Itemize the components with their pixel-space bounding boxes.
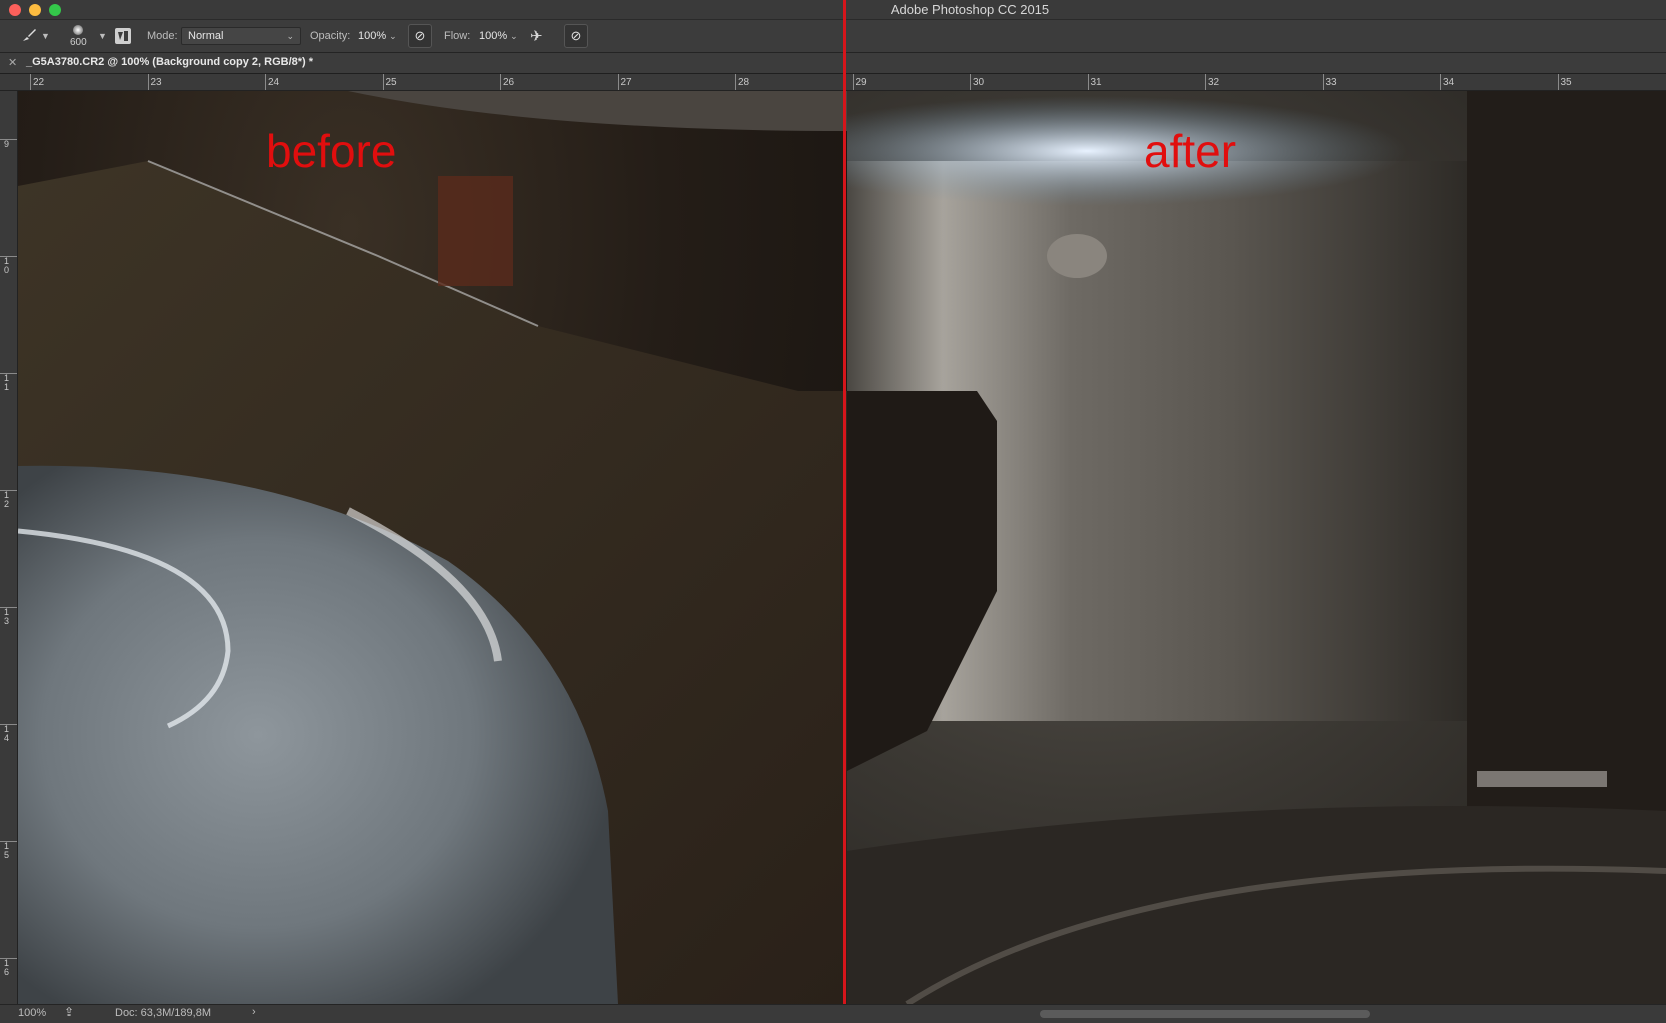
opacity-field[interactable]: 100% ⌄ <box>352 27 402 45</box>
close-tab-icon[interactable]: ✕ <box>8 56 17 69</box>
ruler-tick-label: 35 <box>1557 74 1572 90</box>
opacity-label: Opacity: <box>310 30 351 42</box>
document-tab[interactable]: ✕ _G5A3780.CR2 @ 100% (Background copy 2… <box>0 53 1666 74</box>
ruler-tick-label: 11 <box>0 373 17 392</box>
title-bar: Adobe Photoshop CC 2015 <box>0 0 1666 20</box>
ruler-tick-label: 33 <box>1322 74 1337 90</box>
before-caption: before <box>266 125 397 177</box>
before-image: before <box>18 91 847 1004</box>
chevron-down-icon[interactable]: ⌄ <box>389 31 397 42</box>
ruler-tick-label: 29 <box>852 74 867 90</box>
zoom-level[interactable]: 100% <box>18 1007 46 1019</box>
ruler-tick-label: 24 <box>265 74 279 90</box>
ruler-tick-label: 28 <box>735 74 749 90</box>
ruler-tick-label: 22 <box>30 74 44 90</box>
mode-value: Normal <box>188 30 224 42</box>
ruler-tick-label: 9 <box>0 139 17 149</box>
pressure-pen-icon: ⊘ <box>570 28 582 43</box>
status-menu-arrow-icon[interactable]: › <box>252 1006 256 1018</box>
before-after-divider <box>843 0 846 1022</box>
pressure-opacity-button[interactable]: ⊘ <box>408 24 432 48</box>
brush-size-label: 600 <box>70 36 87 48</box>
chevron-down-icon[interactable]: ▼ <box>98 31 107 41</box>
ruler-tick-label: 30 <box>970 74 984 90</box>
document-title: _G5A3780.CR2 @ 100% (Background copy 2, … <box>26 56 314 68</box>
status-bar: 100% ⇪ Doc: 63,3M/189,8M › <box>0 1004 1666 1023</box>
brush-tip-icon <box>73 24 84 35</box>
ruler-tick-label: 13 <box>0 607 17 626</box>
ruler-tick-label: 32 <box>1205 74 1219 90</box>
ruler-tick-label: 15 <box>0 841 17 860</box>
chevron-down-icon[interactable]: ⌄ <box>510 31 518 42</box>
options-bar: ▼ 600 ▼ Mode: Normal ⌄ Opacity: 100% ⌄ ⊘… <box>0 20 1666 53</box>
ruler-tick-label: 16 <box>0 958 17 977</box>
brush-panel-icon <box>115 28 131 44</box>
pressure-size-button[interactable]: ⊘ <box>564 24 588 48</box>
chevron-down-icon: ▼ <box>41 31 50 41</box>
brush-icon <box>20 26 38 47</box>
horizontal-scrollbar[interactable] <box>1040 1010 1370 1018</box>
opacity-value: 100% <box>358 30 387 42</box>
ruler-tick-label: 34 <box>1440 74 1454 90</box>
flow-label: Flow: <box>444 30 471 42</box>
ruler-tick-label: 10 <box>0 256 17 275</box>
ruler-tick-label: 14 <box>0 724 17 743</box>
after-image: after <box>847 91 1666 1004</box>
flow-field[interactable]: 100% ⌄ <box>473 27 523 45</box>
share-icon[interactable]: ⇪ <box>64 1005 74 1019</box>
doc-info: Doc: 63,3M/189,8M <box>115 1007 211 1019</box>
document-canvas[interactable]: before after <box>18 91 1666 1004</box>
brush-preset-picker[interactable]: 600 <box>70 20 87 52</box>
mode-select[interactable]: Normal ⌄ <box>181 27 301 45</box>
brush-panel-toggle[interactable] <box>115 20 131 52</box>
tool-preset-picker[interactable]: ▼ <box>20 20 50 52</box>
app-title: Adobe Photoshop CC 2015 <box>890 2 1050 17</box>
vertical-ruler[interactable]: 9 10 11 12 13 14 15 16 <box>0 91 18 1004</box>
mode-label: Mode: <box>147 30 178 42</box>
ruler-origin[interactable] <box>0 74 19 91</box>
after-caption: after <box>1144 125 1237 177</box>
ruler-tick-label: 31 <box>1087 74 1102 90</box>
pressure-pen-icon: ⊘ <box>414 28 426 43</box>
ruler-tick-label: 25 <box>382 74 397 90</box>
ruler-tick-label: 26 <box>500 74 514 90</box>
ruler-tick-label: 27 <box>617 74 632 90</box>
airbrush-button[interactable]: ✈ <box>530 20 543 52</box>
ruler-tick-label: 12 <box>0 490 17 509</box>
airbrush-icon: ✈ <box>530 28 543 45</box>
flow-value: 100% <box>479 30 508 42</box>
chevron-down-icon: ⌄ <box>286 30 294 41</box>
horizontal-ruler[interactable]: 22 23 24 25 26 27 28 29 30 31 32 33 34 35 <box>18 74 1666 91</box>
ruler-tick-label: 23 <box>147 74 162 90</box>
